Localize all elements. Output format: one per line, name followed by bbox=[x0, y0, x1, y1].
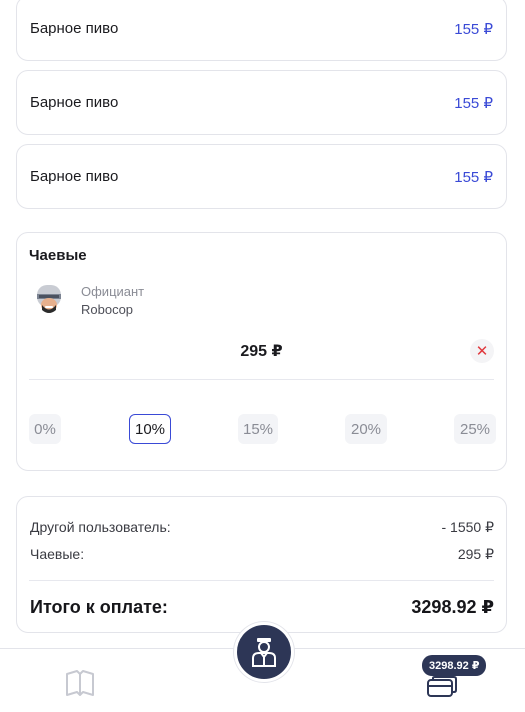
waiter-call-button[interactable] bbox=[234, 622, 294, 682]
tip-percent-20[interactable]: 20% bbox=[345, 414, 387, 444]
divider bbox=[29, 580, 494, 581]
pay-amount-badge: 3298.92 ₽ bbox=[422, 655, 487, 676]
book-icon[interactable] bbox=[64, 669, 96, 697]
item-price: 155 ₽ bbox=[454, 94, 493, 112]
waiter-icon bbox=[252, 638, 276, 667]
item-price: 155 ₽ bbox=[454, 168, 493, 186]
tips-card: Чаевые Официант Robocop 295 ₽ ✕ 0% 10% 1… bbox=[16, 232, 507, 471]
waiter-name: Robocop bbox=[81, 302, 134, 317]
tips-row: Чаевые: 295 ₽ bbox=[30, 546, 494, 563]
order-item: Барное пиво 155 ₽ bbox=[17, 71, 506, 134]
tip-percent-row: 0% 10% 15% 20% 25% bbox=[29, 414, 496, 446]
tips-label: Чаевые: bbox=[30, 546, 85, 562]
order-item-card: Барное пиво 155 ₽ bbox=[16, 0, 507, 61]
total-label: Итого к оплате: bbox=[30, 597, 168, 617]
other-user-label: Другой пользователь: bbox=[30, 519, 171, 535]
item-name: Барное пиво bbox=[30, 94, 119, 111]
order-item: Барное пиво 155 ₽ bbox=[17, 0, 506, 60]
item-name: Барное пиво bbox=[30, 20, 119, 37]
total-row: Итого к оплате: 3298.92 ₽ bbox=[30, 597, 494, 618]
order-item-card: Барное пиво 155 ₽ bbox=[16, 70, 507, 135]
waiter-role: Официант bbox=[81, 284, 145, 299]
summary-card: Другой пользователь: - 1550 ₽ Чаевые: 29… bbox=[16, 496, 507, 633]
credit-card-icon[interactable] bbox=[427, 676, 457, 698]
item-price: 155 ₽ bbox=[454, 20, 493, 38]
tip-percent-0[interactable]: 0% bbox=[29, 414, 61, 444]
tip-percent-10[interactable]: 10% bbox=[129, 414, 171, 444]
other-user-row: Другой пользователь: - 1550 ₽ bbox=[30, 519, 494, 536]
tip-percent-15[interactable]: 15% bbox=[238, 414, 278, 444]
waiter-avatar bbox=[37, 285, 61, 313]
order-item-card: Барное пиво 155 ₽ bbox=[16, 144, 507, 209]
other-user-value: - 1550 ₽ bbox=[441, 519, 495, 535]
order-item: Барное пиво 155 ₽ bbox=[17, 145, 506, 208]
tips-value: 295 ₽ bbox=[457, 546, 494, 562]
tip-amount: 295 ₽ bbox=[240, 343, 283, 360]
tip-percent-25[interactable]: 25% bbox=[454, 414, 496, 444]
item-name: Барное пиво bbox=[30, 168, 119, 185]
divider bbox=[29, 379, 494, 380]
close-icon: ✕ bbox=[475, 343, 489, 360]
tips-title: Чаевые bbox=[29, 247, 87, 264]
total-value: 3298.92 ₽ bbox=[411, 597, 494, 617]
clear-tip-button[interactable]: ✕ bbox=[470, 339, 494, 363]
